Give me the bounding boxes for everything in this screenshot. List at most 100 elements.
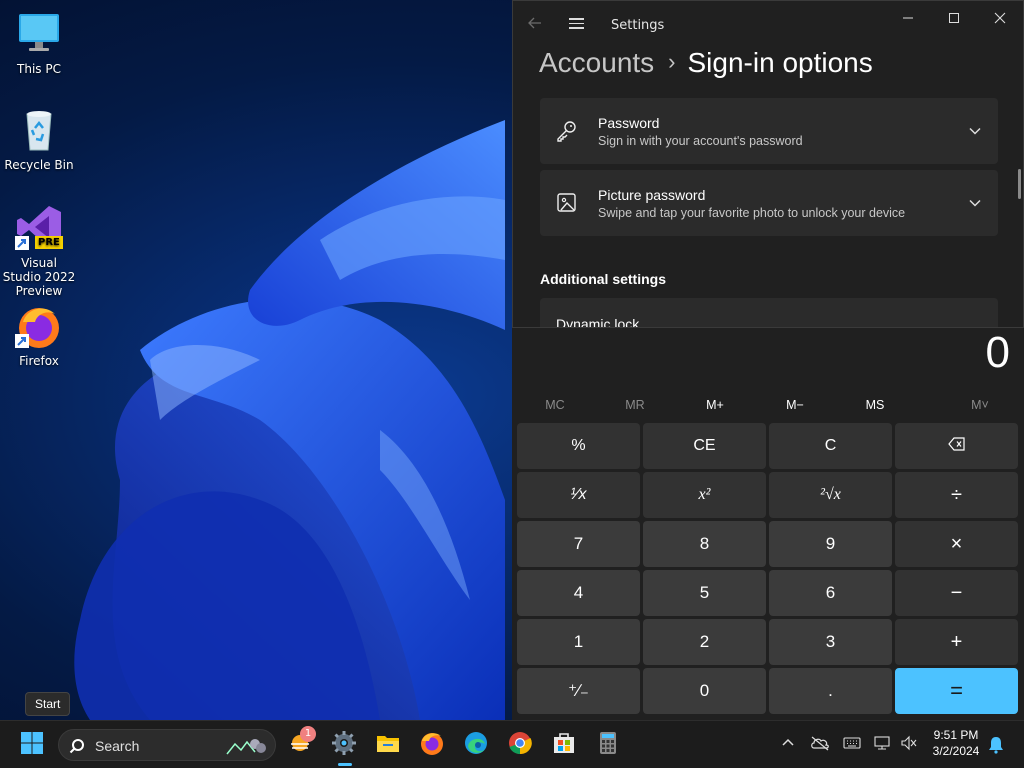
memory-row: MC MR M+ M− MS M˅ (512, 394, 1024, 418)
chevron-down-icon[interactable] (968, 123, 982, 137)
search-icon (69, 738, 85, 754)
desktop-icon-label: Visual Studio 2022 Preview (2, 256, 76, 298)
digit-8-button[interactable]: 8 (643, 521, 766, 567)
firefox-icon (419, 730, 445, 760)
taskbar: Search 9:51 PM 3/2/2024 (0, 720, 1024, 768)
picture-password-card[interactable]: Picture password Swipe and tap your favo… (540, 170, 998, 236)
onedrive-offline-icon[interactable] (810, 735, 830, 755)
calculator-display: 0 (985, 328, 1010, 377)
start-tooltip: Start (25, 692, 71, 716)
taskbar-chrome[interactable] (504, 729, 536, 761)
taskbar-calculator[interactable] (592, 729, 624, 761)
visual-studio-icon: PRE (15, 204, 63, 252)
desktop-icon-label: Firefox (19, 354, 59, 368)
taskbar-settings[interactable] (328, 729, 360, 761)
maximize-button[interactable] (931, 7, 977, 29)
desktop-icon-this-pc[interactable]: This PC (1, 10, 77, 76)
show-hidden-icons-chevron-up-icon[interactable] (780, 735, 796, 755)
monitor-icon (15, 10, 63, 58)
digit-7-button[interactable]: 7 (517, 521, 640, 567)
backspace-button[interactable] (895, 423, 1018, 469)
edge-icon (463, 730, 489, 760)
chevron-down-icon[interactable] (968, 195, 982, 209)
picture-icon (556, 192, 578, 214)
taskbar-edge[interactable] (460, 729, 492, 761)
page-title: Sign-in options (687, 47, 873, 78)
network-icon[interactable] (873, 735, 893, 755)
active-app-indicator (338, 763, 352, 766)
desktop-icon-firefox[interactable]: Firefox (1, 302, 77, 368)
firefox-icon (15, 302, 63, 350)
search-highlight-icon (225, 734, 269, 762)
memory-add-button[interactable]: M+ (685, 398, 745, 412)
hamburger-menu-icon[interactable] (569, 15, 589, 35)
keyboard-icon[interactable] (843, 735, 861, 754)
reciprocal-button[interactable]: ¹⁄x (517, 472, 640, 518)
square-root-button[interactable]: ²√x (769, 472, 892, 518)
desktop-icon-label: Recycle Bin (4, 158, 74, 172)
taskbar-search-box[interactable]: Search (58, 729, 276, 761)
widgets-notification-badge: 1 (300, 726, 316, 742)
minimize-button[interactable] (885, 7, 931, 29)
percent-button[interactable]: % (517, 423, 640, 469)
digit-9-button[interactable]: 9 (769, 521, 892, 567)
clear-entry-button[interactable]: CE (643, 423, 766, 469)
taskbar-firefox[interactable] (416, 729, 448, 761)
equals-button[interactable]: = (895, 668, 1018, 714)
desktop-icon-visual-studio[interactable]: PRE Visual Studio 2022 Preview (1, 204, 77, 298)
notification-bell-icon[interactable] (988, 736, 1004, 758)
volume-muted-icon[interactable] (900, 735, 918, 755)
desktop-icon-recycle-bin[interactable]: Recycle Bin (1, 106, 77, 172)
taskbar-clock[interactable]: 9:51 PM 3/2/2024 (918, 727, 994, 759)
card-title: Picture password (598, 187, 706, 203)
preview-badge: PRE (35, 236, 63, 249)
window-title: Settings (611, 18, 665, 33)
plus-button[interactable]: + (895, 619, 1018, 665)
taskbar-store[interactable] (548, 729, 580, 761)
windows-logo-icon (20, 731, 44, 759)
settings-titlebar: Settings (513, 1, 1023, 51)
card-subtitle: Swipe and tap your favorite photo to unl… (598, 206, 906, 220)
card-subtitle: Sign in with your account's password (598, 134, 803, 148)
dynamic-lock-label: Dynamic lock (556, 316, 640, 328)
multiply-button[interactable]: × (895, 521, 1018, 567)
card-title: Password (598, 115, 660, 131)
breadcrumb: Accounts › Sign-in options (539, 47, 873, 79)
start-button[interactable] (16, 729, 48, 761)
digit-3-button[interactable]: 3 (769, 619, 892, 665)
scrollbar-thumb[interactable] (1018, 169, 1021, 199)
digit-1-button[interactable]: 1 (517, 619, 640, 665)
memory-clear-button: MC (545, 398, 565, 412)
digit-6-button[interactable]: 6 (769, 570, 892, 616)
square-button[interactable]: x² (643, 472, 766, 518)
minus-button[interactable]: − (895, 570, 1018, 616)
digit-2-button[interactable]: 2 (643, 619, 766, 665)
breadcrumb-separator: › (668, 49, 676, 74)
desktop-icon-label: This PC (17, 62, 61, 76)
digit-4-button[interactable]: 4 (517, 570, 640, 616)
breadcrumb-accounts[interactable]: Accounts (539, 47, 654, 78)
divide-button[interactable]: ÷ (895, 472, 1018, 518)
clock-time: 9:51 PM (933, 728, 979, 742)
digit-0-button[interactable]: 0 (643, 668, 766, 714)
memory-list-button: M˅ (971, 398, 989, 412)
gear-icon (331, 730, 357, 760)
memory-subtract-button[interactable]: M− (765, 398, 825, 412)
dynamic-lock-card[interactable]: Dynamic lock (540, 298, 998, 328)
store-icon (551, 730, 577, 760)
calculator-icon (595, 730, 621, 760)
settings-window: Settings Accounts › Sign-in options Passwo… (512, 0, 1024, 328)
negate-button[interactable]: ⁺∕₋ (517, 668, 640, 714)
back-arrow-icon[interactable] (527, 15, 547, 35)
digit-5-button[interactable]: 5 (643, 570, 766, 616)
close-button[interactable] (977, 7, 1023, 29)
calculator-window: 0 MC MR M+ M− MS M˅ % CE C ¹⁄x x² ²√x ÷ … (512, 328, 1024, 720)
decimal-button[interactable]: . (769, 668, 892, 714)
key-icon (556, 120, 578, 142)
clear-button[interactable]: C (769, 423, 892, 469)
chrome-icon (507, 730, 533, 760)
memory-store-button[interactable]: MS (845, 398, 905, 412)
password-card[interactable]: Password Sign in with your account's pas… (540, 98, 998, 164)
backspace-icon (947, 436, 966, 456)
taskbar-file-explorer[interactable] (372, 729, 404, 761)
